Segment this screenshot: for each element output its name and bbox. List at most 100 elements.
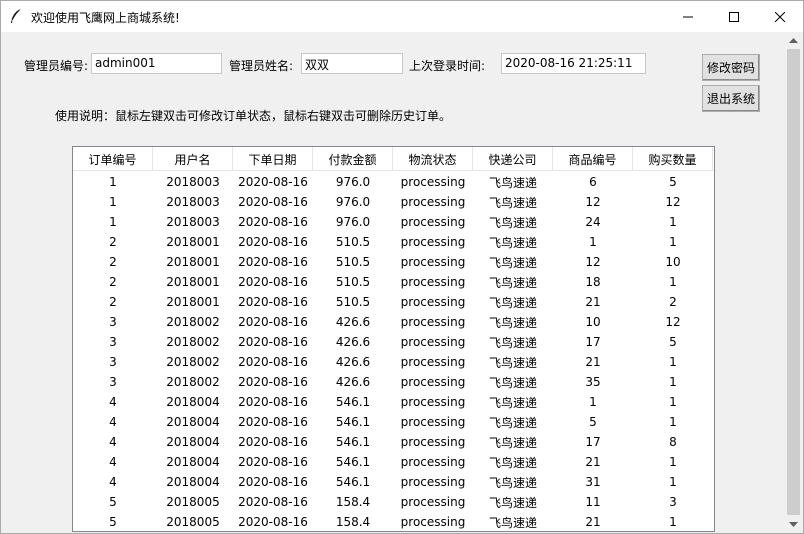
exit-system-button[interactable]: 退出系统 xyxy=(702,85,760,112)
table-cell: 飞鸟速递 xyxy=(488,275,537,290)
table-row[interactable]: 5 2018005 2020-08-16 158.4 processing 飞鸟速递 21 1 xyxy=(73,512,714,531)
table-row[interactable]: 4 2018004 2020-08-16 546.1 processing 飞鸟速递 17 8 xyxy=(73,432,714,452)
scroll-up-button[interactable] xyxy=(785,32,802,49)
table-row[interactable]: 2 2018001 2020-08-16 510.5 processing 飞鸟速递 12 1… xyxy=(73,252,714,272)
table-cell: 18 xyxy=(585,275,601,289)
instructions-text: 使用说明：鼠标左键双击可修改订单状态，鼠标右键双击可删除历史订单。 xyxy=(55,109,452,123)
table-cell: 2020-08-16 xyxy=(238,255,308,269)
table-row[interactable]: 3 2018002 2020-08-16 426.6 processing 飞鸟速递 10 1… xyxy=(73,312,714,332)
table-cell: 426.6 xyxy=(335,315,371,329)
table-cell: 5 xyxy=(589,415,597,429)
scroll-up-icon xyxy=(789,38,798,43)
table-cell: 17 xyxy=(585,335,601,349)
column-header[interactable]: 物流状态 xyxy=(393,147,473,171)
table-row[interactable]: 2 2018001 2020-08-16 510.5 processing 飞鸟速递 21 2 xyxy=(73,292,714,312)
table-row[interactable]: 5 2018005 2020-08-16 158.4 processing 飞鸟速递 11 3 xyxy=(73,492,714,512)
table-cell: 2020-08-16 xyxy=(238,195,308,209)
change-password-button[interactable]: 修改密码 xyxy=(702,54,760,81)
table-cell: 2018001 xyxy=(166,255,220,269)
table-row[interactable]: 2 2018001 2020-08-16 510.5 processing 飞鸟速递 1 1 xyxy=(73,232,714,252)
last-login-label: 上次登录时间: xyxy=(409,59,486,73)
table-cell: 12 xyxy=(665,195,681,209)
table-cell: 4 xyxy=(109,455,117,469)
table-cell: 510.5 xyxy=(335,295,371,309)
close-button[interactable] xyxy=(757,1,803,32)
table-cell: 1 xyxy=(669,455,677,469)
table-cell: 2018003 xyxy=(166,215,220,229)
table-cell: 1 xyxy=(669,375,677,389)
column-header[interactable]: 订单编号 xyxy=(73,147,153,171)
table-cell: 17 xyxy=(585,435,601,449)
table-row[interactable]: 4 2018004 2020-08-16 546.1 processing 飞鸟速递 31 1 xyxy=(73,472,714,492)
table-cell: 1 xyxy=(589,395,597,409)
table-row[interactable]: 2 2018001 2020-08-16 510.5 processing 飞鸟速递 18 1 xyxy=(73,272,714,292)
table-row[interactable]: 3 2018002 2020-08-16 426.6 processing 飞鸟速递 21 1 xyxy=(73,352,714,372)
table-cell: 2018004 xyxy=(166,415,220,429)
table-cell: 2020-08-16 xyxy=(238,275,308,289)
table-cell: 3 xyxy=(669,495,677,509)
last-login-field[interactable]: 2020-08-16 21:25:11 xyxy=(501,53,646,74)
table-cell: processing xyxy=(400,475,466,489)
table-cell: 3 xyxy=(109,315,117,329)
table-row[interactable]: 4 2018004 2020-08-16 546.1 processing 飞鸟速递 5 1 xyxy=(73,412,714,432)
column-header[interactable]: 商品编号 xyxy=(553,147,633,171)
table-cell: 飞鸟速递 xyxy=(488,495,537,510)
table-cell: 飞鸟速递 xyxy=(488,355,537,370)
table-cell: 飞鸟速递 xyxy=(488,295,537,310)
table-cell: 2020-08-16 xyxy=(238,495,308,509)
table-row[interactable]: 1 2018003 2020-08-16 976.0 processing 飞鸟速递 6 5 xyxy=(73,172,714,192)
table-cell: 5 xyxy=(109,495,117,509)
minimize-button[interactable] xyxy=(665,1,711,32)
table-cell: 2018004 xyxy=(166,455,220,469)
table-row[interactable]: 1 2018003 2020-08-16 976.0 processing 飞鸟速递 12 1… xyxy=(73,192,714,212)
title-bar[interactable]: 欢迎使用飞鹰网上商城系统! xyxy=(1,1,803,32)
table-cell: 546.1 xyxy=(335,455,371,469)
table-row[interactable]: 4 2018004 2020-08-16 546.1 processing 飞鸟速递 21 1 xyxy=(73,452,714,472)
table-row[interactable]: 4 2018004 2020-08-16 546.1 processing 飞鸟速递 1 1 xyxy=(73,392,714,412)
column-header[interactable]: 快递公司 xyxy=(473,147,553,171)
scroll-down-button[interactable] xyxy=(785,516,802,533)
table-cell: 976.0 xyxy=(335,215,371,229)
table-cell: processing xyxy=(400,395,466,409)
table-cell: 12 xyxy=(585,195,601,209)
table-cell: 31 xyxy=(585,475,601,489)
table-cell: 546.1 xyxy=(335,395,371,409)
table-cell: 飞鸟速递 xyxy=(488,455,537,470)
table-cell: 1 xyxy=(669,415,677,429)
column-header[interactable]: 用户名 xyxy=(153,147,233,171)
maximize-button[interactable] xyxy=(711,1,757,32)
table-cell: processing xyxy=(400,295,466,309)
column-header[interactable]: 购买数量 xyxy=(633,147,713,171)
table-cell: 2020-08-16 xyxy=(238,315,308,329)
table-row[interactable]: 1 2018003 2020-08-16 976.0 processing 飞鸟速递 24 1 xyxy=(73,212,714,232)
table-cell: 4 xyxy=(109,415,117,429)
table-cell: processing xyxy=(400,275,466,289)
admin-name-field[interactable]: 双双 xyxy=(301,53,403,74)
orders-table[interactable]: 订单编号 用户名 下单日期 付款金额 物流状态 快递公司 商品编号 购买数量 1 2018003… xyxy=(72,146,715,532)
table-cell: processing xyxy=(400,255,466,269)
column-header[interactable]: 付款金额 xyxy=(313,147,393,171)
scrollbar-thumb[interactable] xyxy=(787,49,800,515)
table-cell: 2018002 xyxy=(166,375,220,389)
table-cell: processing xyxy=(400,515,466,529)
table-row[interactable]: 3 2018002 2020-08-16 426.6 processing 飞鸟速递 35 1 xyxy=(73,372,714,392)
column-header[interactable]: 下单日期 xyxy=(233,147,313,171)
table-cell: 1 xyxy=(109,215,117,229)
maximize-icon xyxy=(729,11,739,22)
table-cell: 4 xyxy=(109,395,117,409)
table-cell: 5 xyxy=(109,515,117,529)
vertical-scrollbar[interactable] xyxy=(785,32,802,533)
table-row[interactable]: 3 2018002 2020-08-16 426.6 processing 飞鸟速递 17 5 xyxy=(73,332,714,352)
table-cell: 10 xyxy=(585,315,601,329)
scroll-down-icon xyxy=(789,522,798,527)
table-cell: 1 xyxy=(589,235,597,249)
table-cell: 158.4 xyxy=(335,515,371,529)
feather-icon xyxy=(9,8,23,24)
table-cell: processing xyxy=(400,455,466,469)
table-cell: 飞鸟速递 xyxy=(488,435,537,450)
table-cell: 21 xyxy=(585,355,601,369)
close-icon xyxy=(775,11,785,22)
admin-id-field[interactable]: admin001 xyxy=(91,53,222,74)
table-cell: 1 xyxy=(109,195,117,209)
table-cell: 1 xyxy=(669,395,677,409)
